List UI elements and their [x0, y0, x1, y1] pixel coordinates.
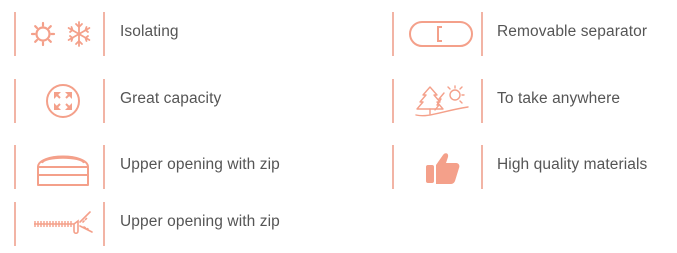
feature-upper-opening-zipper: Upper opening with zip — [0, 200, 320, 248]
divider-left — [14, 12, 16, 56]
divider-left — [14, 79, 16, 123]
divider-right — [481, 145, 483, 189]
divider-left — [392, 145, 394, 189]
thumbs-up-icon — [426, 153, 460, 184]
divider-right — [481, 79, 483, 123]
feature-isolating: Isolating — [0, 10, 260, 58]
snowflake-icon — [67, 21, 91, 47]
feature-removable-separator: Removable separator — [380, 10, 677, 58]
feature-label: Upper opening with zip — [120, 213, 280, 230]
zipper-icon — [34, 211, 93, 235]
feature-label: Great capacity — [120, 90, 222, 107]
feature-label: Upper opening with zip — [120, 156, 280, 173]
feature-label: Isolating — [120, 23, 179, 40]
divider-left — [14, 202, 16, 246]
trees-sun-icon — [415, 85, 469, 117]
feature-great-capacity: Great capacity — [0, 77, 260, 125]
feature-high-quality: High quality materials — [380, 143, 677, 191]
divider-right — [103, 79, 105, 123]
feature-label: Removable separator — [497, 23, 648, 40]
divider-right — [103, 202, 105, 246]
sun-icon — [30, 21, 56, 47]
divider-left — [392, 12, 394, 56]
divider-right — [103, 12, 105, 56]
separator-icon — [409, 21, 473, 47]
feature-upper-opening-bag: Upper opening with zip — [0, 143, 320, 191]
divider-right — [103, 145, 105, 189]
divider-left — [14, 145, 16, 189]
expand-arrows-icon — [46, 84, 80, 118]
divider-right — [481, 12, 483, 56]
feature-label: To take anywhere — [497, 90, 621, 107]
bag-top-icon — [37, 155, 89, 186]
feature-take-anywhere: To take anywhere — [380, 77, 677, 125]
divider-left — [392, 79, 394, 123]
feature-label: High quality materials — [497, 156, 648, 173]
feature-list: Isolating Great capacity Upper opening w… — [0, 0, 677, 253]
